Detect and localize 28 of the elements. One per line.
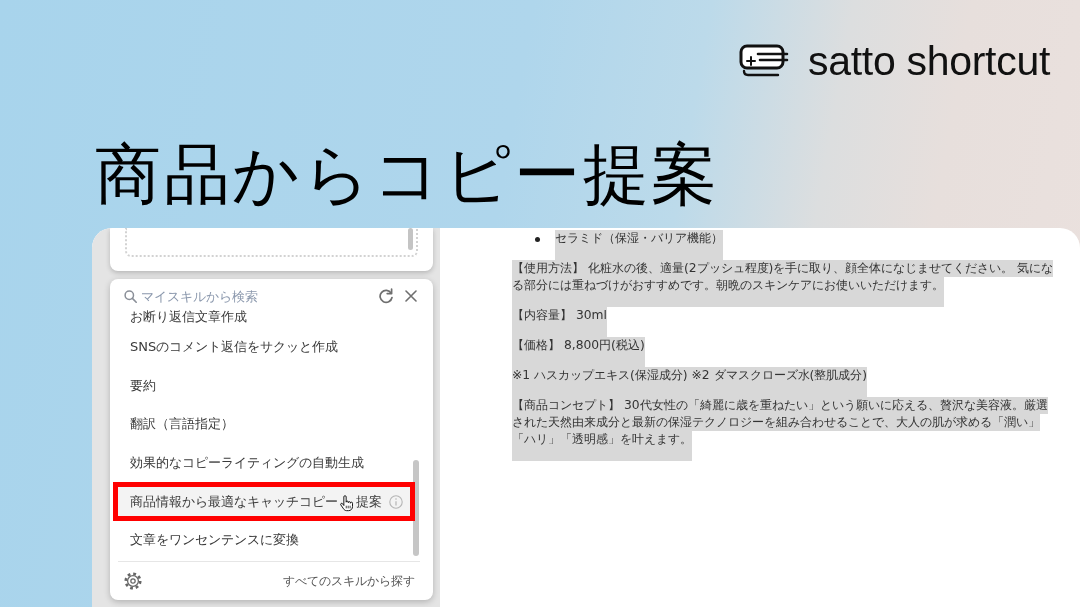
bullet-icon (535, 237, 540, 242)
paragraph: ※1 ハスカップエキス(保湿成分) ※2 ダマスクローズ水(整肌成分) (512, 367, 868, 397)
close-icon[interactable] (405, 290, 417, 302)
refresh-icon[interactable] (378, 288, 394, 304)
paragraph: 【使用方法】 化粧水の後、適量(2プッシュ程度)を手に取り、顔全体になじませてください。 気にな る部分には重ねづけがおすすめです。朝晩のスキンケアにお使いいただけます。 (512, 260, 1054, 307)
paragraph: 【商品コンセプト】 30代女性の「綺麗に歳を重ねたい」という願いに応える、贅沢な美容液。厳選 された天然由来成分と最新の保湿テクノロジーを組み合わせることで、大人の肌が求める「潤い」 「ハリ」「透明感」を叶えます。 (512, 397, 1048, 461)
skill-item[interactable]: 翻訳（言語指定） (118, 405, 410, 444)
brand-logo-icon (739, 44, 790, 78)
search-field[interactable]: マイスキルから検索 (141, 287, 378, 305)
skill-item[interactable]: 商品情報から最適なキャッチコピー 提案 (118, 487, 410, 516)
skill-item[interactable]: 文章をワンセンテンスに変換 (118, 520, 410, 560)
paragraph: 【価格】 8,800円(税込) (512, 337, 645, 367)
page-title: 商品からコピー提案 (95, 140, 720, 210)
text-area-field[interactable] (125, 228, 418, 257)
settings-icon[interactable] (124, 572, 142, 590)
hand-cursor-icon (339, 495, 354, 513)
skill-item[interactable]: 要約 (118, 366, 410, 406)
scrollbar[interactable] (408, 228, 413, 250)
list-item-text: セラミド（保湿・バリア機能） (555, 230, 723, 260)
all-skills-link[interactable]: すべてのスキルから探す (283, 573, 415, 589)
search-icon (124, 289, 137, 303)
skill-item[interactable]: SNSのコメント返信をサクッと作成 (118, 328, 410, 367)
paragraph: 【内容量】 30ml (512, 307, 607, 337)
brand-name: satto shortcut (808, 41, 1050, 81)
skill-item[interactable]: 効果的なコピーライティングの自動生成 (118, 443, 410, 483)
info-icon[interactable] (389, 494, 403, 509)
scrollbar[interactable] (413, 460, 419, 556)
skill-item[interactable]: お断り返信文章作成 (118, 305, 410, 328)
